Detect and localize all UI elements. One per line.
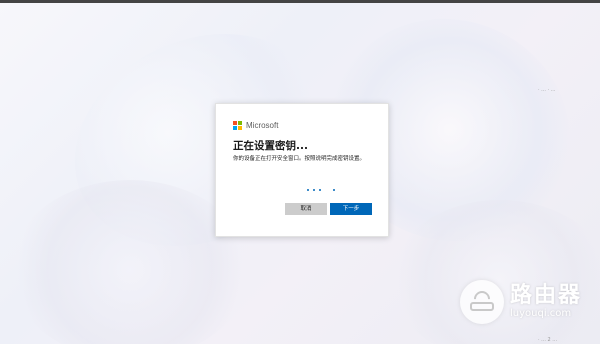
dialog-body: 你的设备正在打开安全窗口。按照说明完成密钥设置。 [233,156,366,162]
watermark-title: 路由器 [510,283,583,308]
top-edge [0,0,600,3]
brand-name: Microsoft [246,121,279,130]
brand-header: Microsoft [233,121,278,130]
desktop-background: Microsoft 正在设置密钥... 你的设备正在打开安全窗口。按照说明完成密… [0,0,600,344]
desktop-text-bottom: · ... 2 ... [538,337,558,343]
desktop-text: · ... · ... [538,87,556,93]
loading-dots-icon [307,189,337,193]
next-button[interactable]: 下一步 [330,203,372,215]
microsoft-logo-icon [233,121,242,130]
site-watermark: 路由器 luyouqi.com [460,280,582,324]
watermark-url: luyouqi.com [510,308,572,319]
router-icon [460,280,504,324]
security-key-dialog: Microsoft 正在设置密钥... 你的设备正在打开安全窗口。按照说明完成密… [215,103,389,237]
dialog-title: 正在设置密钥... [233,140,308,152]
cancel-button[interactable]: 取消 [285,203,327,215]
